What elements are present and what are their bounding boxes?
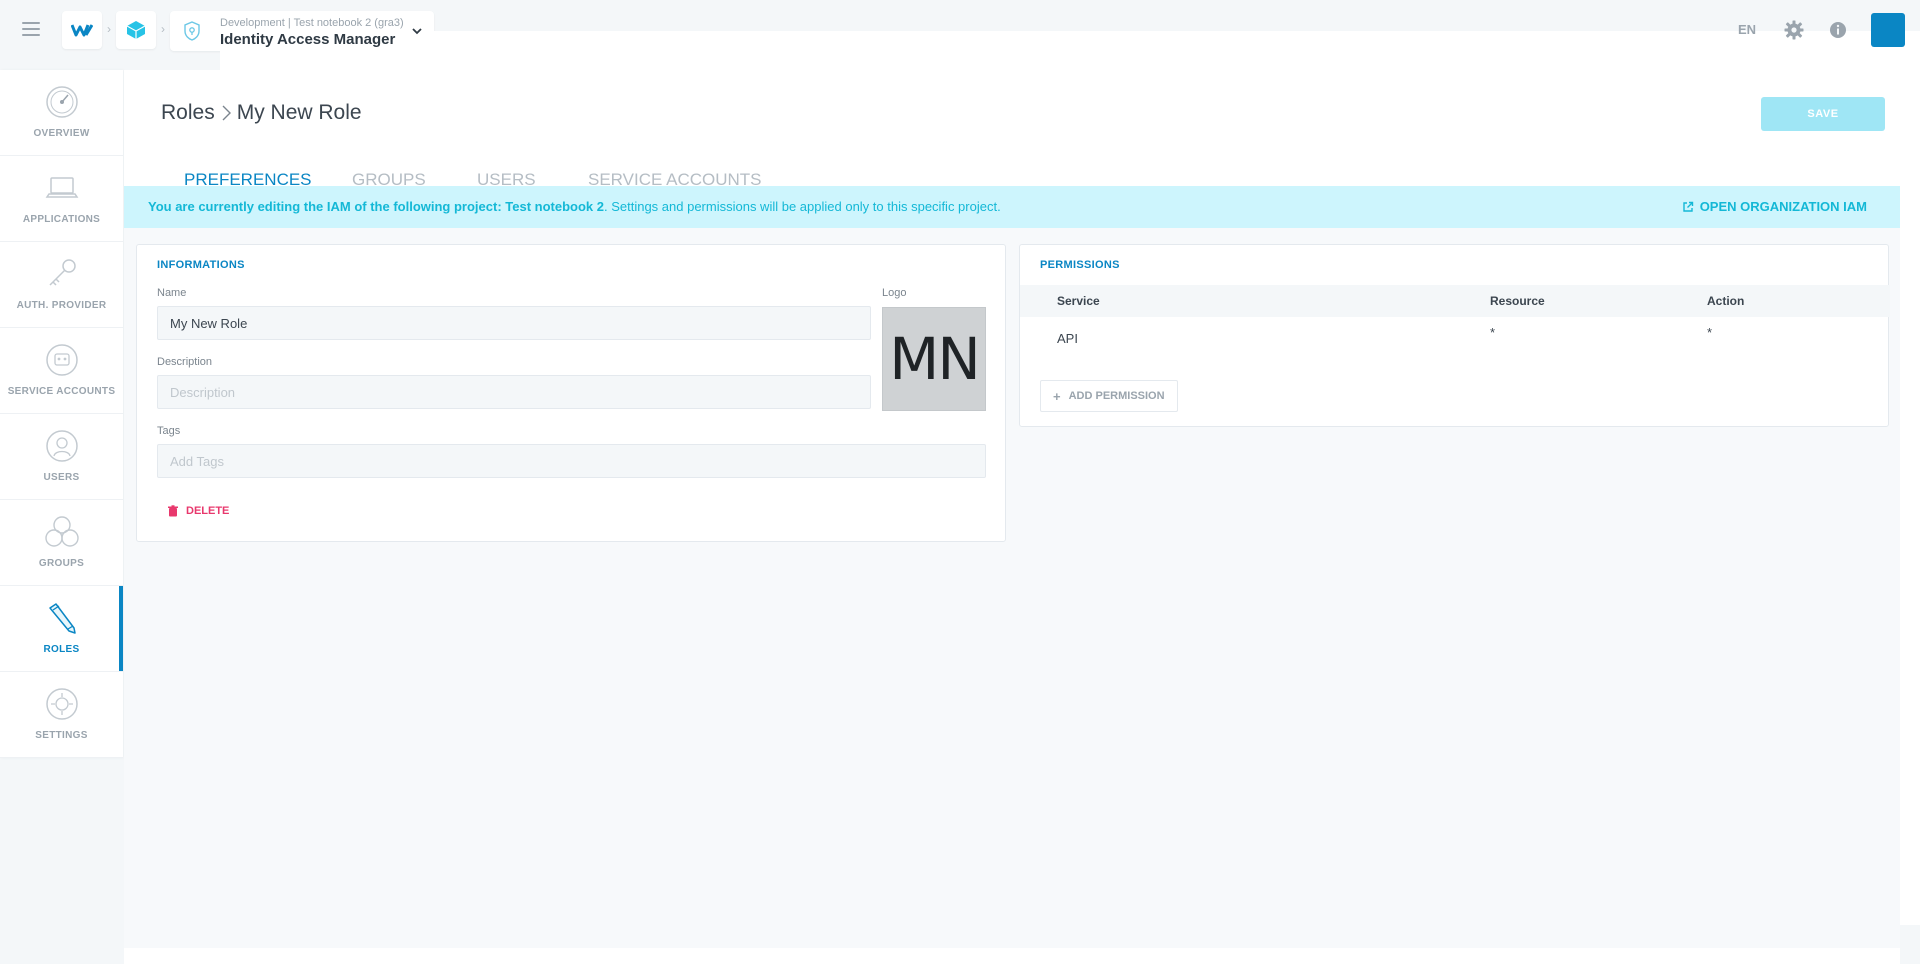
tags-input[interactable] (157, 444, 986, 478)
column-header-service: Service (1057, 294, 1100, 308)
chevron-down-icon[interactable] (410, 24, 424, 38)
main-panel: Roles My New Role SAVE PREFERENCES GROUP… (124, 70, 1900, 964)
permissions-table-header: Service Resource Action (1020, 285, 1890, 317)
forepaas-logo-button[interactable] (62, 11, 102, 49)
column-header-action: Action (1707, 294, 1745, 308)
delete-button[interactable]: DELETE (167, 505, 229, 517)
permissions-card: PERMISSIONS Service Resource Action API … (1019, 244, 1890, 427)
description-input[interactable] (157, 375, 871, 409)
breadcrumb-separator: › (107, 22, 111, 36)
role-logo[interactable]: MN (882, 307, 986, 411)
sidebar: OVERVIEW APPLICATIONS AUTH. PROVIDER SER… (0, 70, 123, 758)
sidebar-item-roles[interactable]: ROLES (0, 586, 123, 672)
permissions-title: PERMISSIONS (1040, 259, 1120, 271)
permission-service: API (1057, 331, 1078, 346)
column-header-resource: Resource (1490, 294, 1545, 308)
sidebar-item-applications[interactable]: APPLICATIONS (0, 156, 123, 242)
app-switcher[interactable]: Development | Test notebook 2 (gra3) Ide… (170, 11, 1920, 925)
permission-resource: * (1490, 325, 1496, 340)
sidebar-item-label: OVERVIEW (33, 128, 90, 139)
sidebar-item-overview[interactable]: OVERVIEW (0, 70, 123, 156)
permission-action: * (1707, 325, 1713, 340)
robot-icon (45, 344, 78, 376)
name-label: Name (157, 287, 187, 299)
pencil-icon (48, 603, 76, 634)
project-context: Development | Test notebook 2 (gra3) (220, 17, 404, 29)
user-icon (45, 430, 78, 462)
sidebar-item-label: GROUPS (38, 558, 85, 569)
key-icon (48, 259, 76, 286)
language-selector[interactable]: EN (1738, 22, 1756, 37)
group-icon (44, 516, 79, 547)
name-input[interactable] (157, 306, 871, 340)
user-avatar[interactable] (1871, 13, 1905, 47)
external-link-icon (1682, 201, 1693, 212)
save-button[interactable]: SAVE (1761, 97, 1885, 131)
sidebar-item-label: APPLICATIONS (22, 214, 101, 225)
description-label: Description (157, 356, 213, 368)
sidebar-item-groups[interactable]: GROUPS (0, 500, 123, 586)
breadcrumb-current: My New Role (236, 101, 362, 124)
breadcrumb-separator: › (161, 22, 165, 36)
sidebar-item-label: AUTH. PROVIDER (16, 300, 107, 311)
info-icon[interactable] (1829, 21, 1847, 39)
chevron-right-icon (222, 105, 231, 121)
gear-icon[interactable] (1784, 20, 1804, 40)
open-organization-iam-link[interactable]: OPEN ORGANIZATION IAM (1682, 199, 1867, 214)
informations-title: INFORMATIONS (157, 259, 245, 271)
sidebar-item-auth-provider[interactable]: AUTH. PROVIDER (0, 242, 123, 328)
content-area: INFORMATIONS Name Logo MN Description Ta… (124, 228, 1900, 948)
top-bar: › › Development | Test notebook 2 (gra3)… (0, 0, 1920, 925)
sidebar-item-settings[interactable]: SETTINGS (0, 672, 123, 758)
sidebar-item-label: USERS (43, 472, 80, 483)
trash-icon (168, 505, 178, 517)
iam-shield-icon (184, 21, 200, 41)
forepaas-logo-icon (71, 24, 93, 37)
cube-icon (126, 21, 146, 39)
settings-icon (45, 688, 78, 720)
table-row[interactable]: API * * (1020, 321, 1890, 361)
logo-label: Logo (882, 287, 907, 299)
informations-card: INFORMATIONS Name Logo MN Description Ta… (136, 244, 1006, 542)
banner-message: You are currently editing the IAM of the… (148, 199, 1001, 214)
dashboard-gauge-icon (45, 86, 78, 118)
menu-icon[interactable] (22, 22, 40, 36)
sidebar-item-label: ROLES (43, 644, 80, 655)
tags-label: Tags (157, 425, 181, 437)
sidebar-item-label: SERVICE ACCOUNTS (7, 386, 116, 397)
plus-icon: + (1053, 388, 1061, 404)
add-permission-button[interactable]: + ADD PERMISSION (1040, 380, 1178, 412)
page-title: Roles My New Role (161, 101, 362, 125)
sidebar-item-users[interactable]: USERS (0, 414, 123, 500)
laptop-icon (45, 177, 78, 198)
sidebar-item-service-accounts[interactable]: SERVICE ACCOUNTS (0, 328, 123, 414)
project-button[interactable] (116, 11, 156, 49)
sidebar-item-label: SETTINGS (35, 730, 88, 741)
project-scope-banner: You are currently editing the IAM of the… (124, 186, 1900, 228)
breadcrumb-roles-link[interactable]: Roles (161, 101, 215, 125)
